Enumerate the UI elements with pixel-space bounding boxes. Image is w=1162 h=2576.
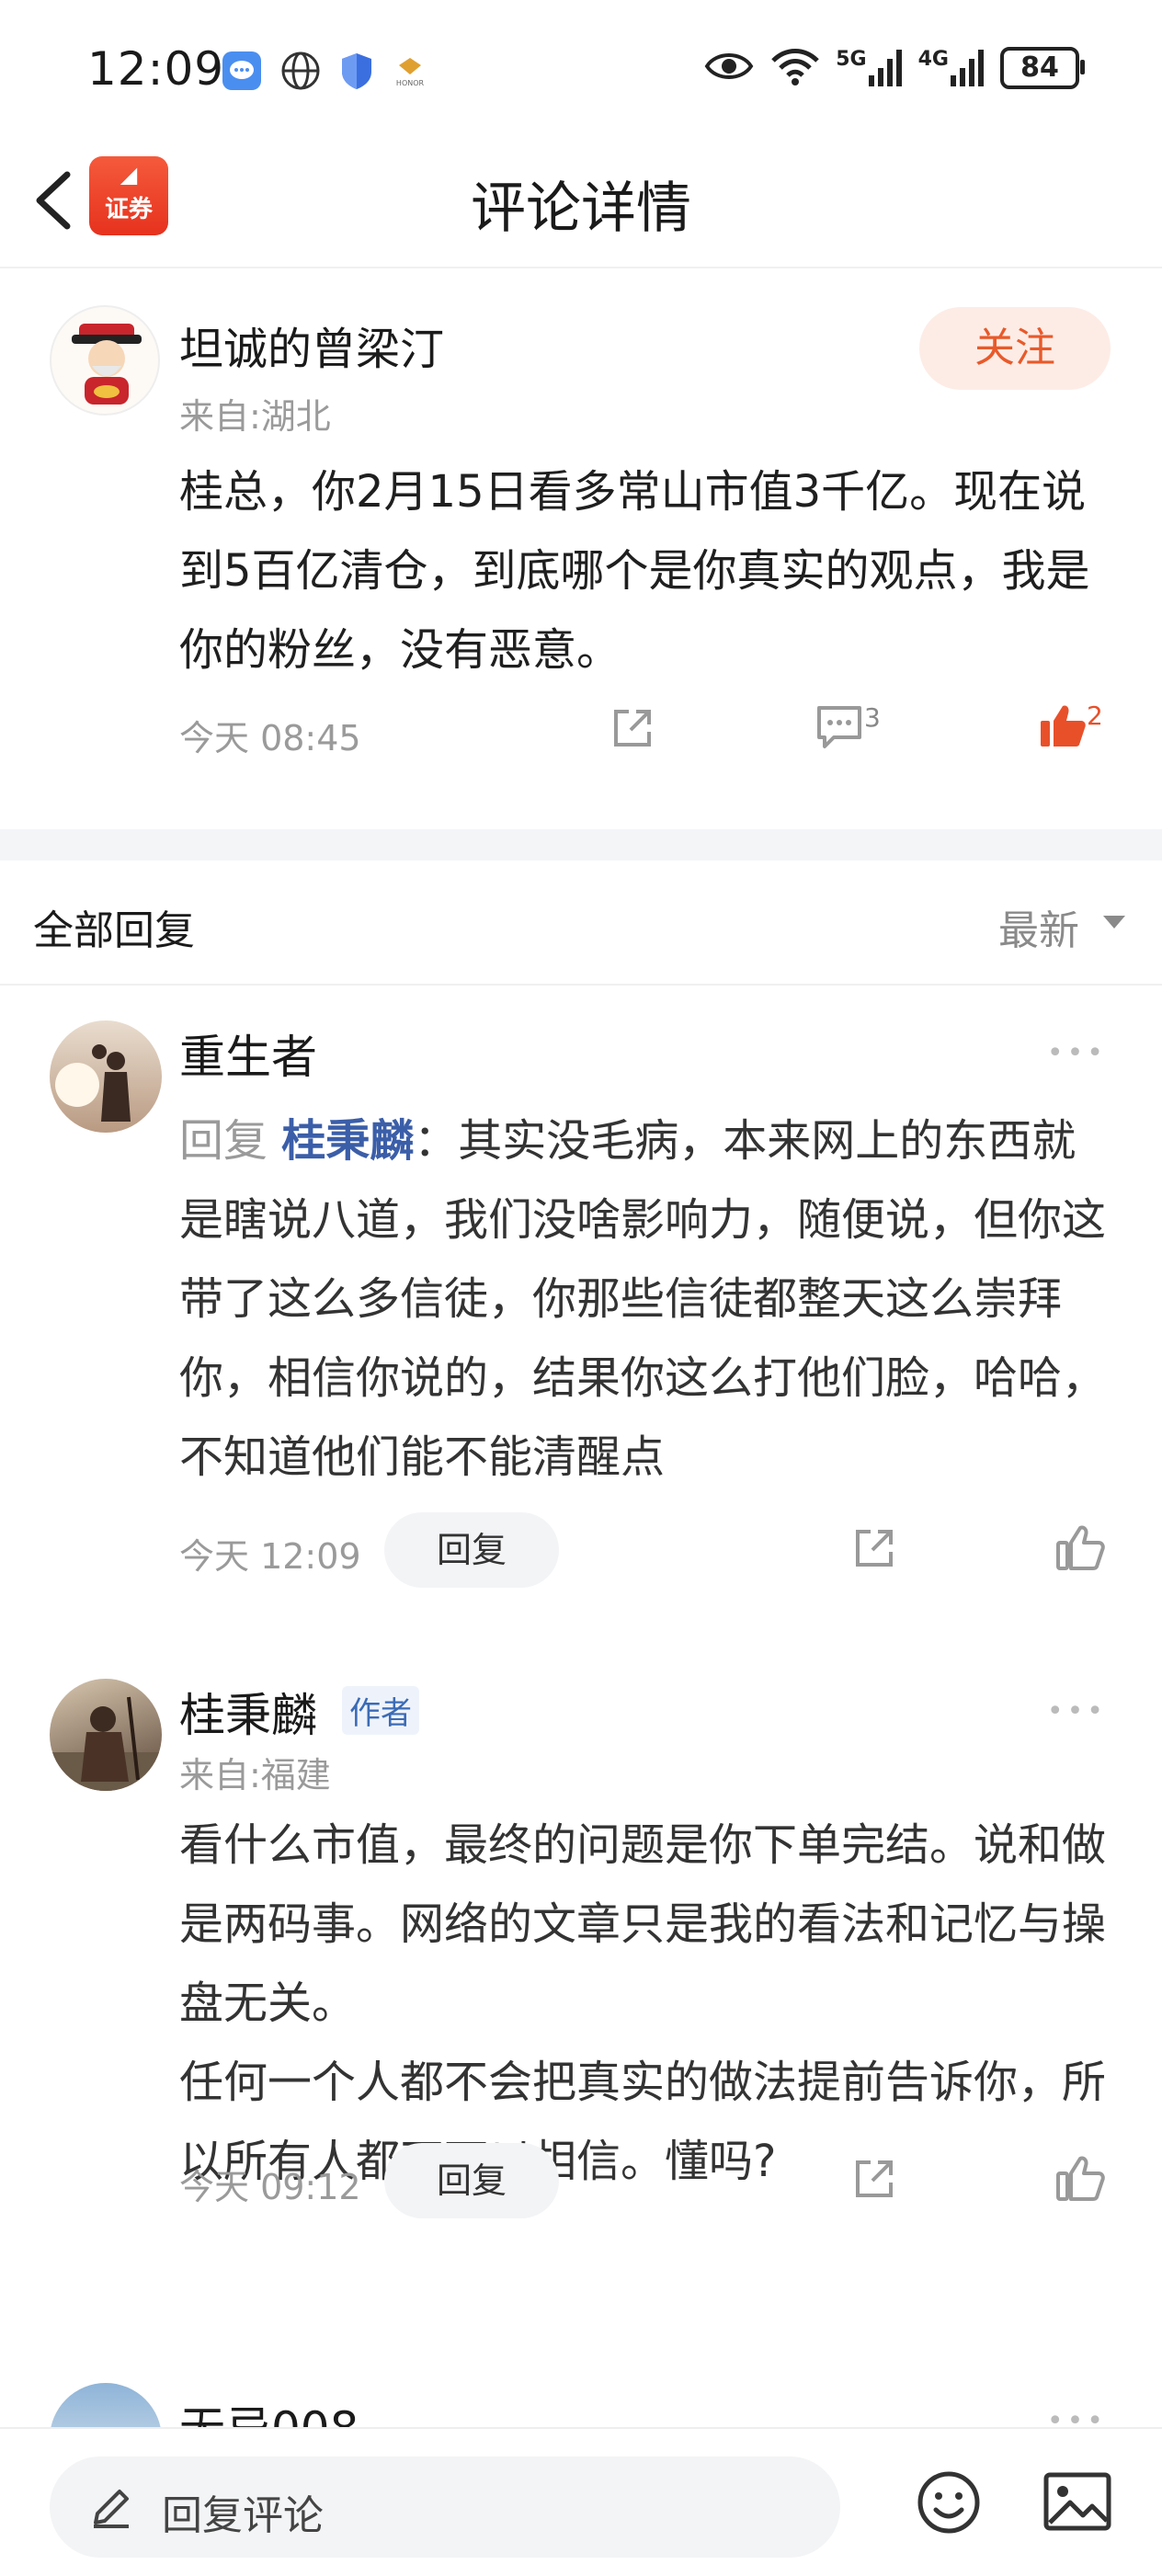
author-name[interactable]: 坦诚的曾梁汀 (179, 313, 444, 377)
reply-content: 回复 桂秉麟：其实没毛病，本来网上的东西就是瞎说八道，我们没啥影响力，随便说，但… (179, 1101, 1117, 1497)
reply-author[interactable]: 重生者 (179, 1020, 317, 1087)
follow-button[interactable]: 关注 (919, 307, 1111, 390)
thumbs-up-filled-icon (1041, 705, 1086, 747)
status-time: 12:09 (87, 42, 225, 96)
replies-header: 全部回复 最新 (0, 861, 1162, 986)
nav-bar: ◢ 证券 评论详情 (0, 138, 1162, 268)
silhouette-avatar-icon (55, 1044, 131, 1122)
reply-time: 今天 09:12 (179, 2167, 361, 2207)
battery-icon: 84 (1000, 47, 1085, 89)
eye-icon (703, 48, 755, 88)
signal-4g-icon: 4G (918, 48, 985, 88)
reply-target-user[interactable]: 桂秉麟 (281, 1115, 414, 1167)
section-divider (0, 829, 1162, 861)
emoji-button[interactable] (916, 2469, 982, 2539)
signal-5g-icon: 5G (836, 48, 903, 88)
reply-prefix: 回复 (179, 1115, 282, 1167)
comment-icon (817, 706, 861, 748)
comment-count: 3 (864, 702, 881, 733)
thumbs-up-icon (1056, 1525, 1105, 1570)
like-button[interactable] (1054, 2153, 1106, 2208)
reply-text: ：其实没毛病，本来网上的东西就是瞎说八道，我们没啥影响力，随便说，但你这带了这么… (179, 1115, 1107, 1483)
avatar[interactable] (50, 1020, 162, 1133)
honor-icon: HONOR (392, 52, 428, 93)
more-icon[interactable]: ••• (1047, 1695, 1107, 1727)
avatar[interactable] (50, 2383, 162, 2427)
share-button[interactable] (850, 2155, 898, 2206)
reply-item: 桂秉麟 作者 ••• 来自:福建 看什么市值，最终的问题是你下单完结。说和做是两… (0, 1679, 1162, 2285)
author-tag: 作者 (342, 1686, 419, 1735)
author-location: 来自:湖北 (179, 396, 331, 437)
avatar[interactable] (50, 1679, 162, 1791)
share-button[interactable] (850, 1524, 898, 1576)
main-comment: 坦诚的曾梁汀 来自:湖北 关注 桂总，你2月15日看多常山市值3千亿。现在说到5… (0, 268, 1162, 820)
emoji-icon (917, 2471, 980, 2534)
replies-title: 全部回复 (33, 907, 195, 954)
more-icon[interactable]: ••• (1047, 1037, 1107, 1069)
page-title: 评论详情 (471, 177, 691, 241)
reply-input-placeholder: 回复评论 (162, 2492, 324, 2539)
reply-location: 来自:福建 (179, 1755, 331, 1795)
messages-icon (221, 50, 263, 96)
share-icon (856, 1530, 893, 1567)
like-count: 2 (1087, 701, 1103, 731)
wifi-icon (769, 46, 821, 90)
avatar[interactable] (50, 305, 160, 416)
bottom-bar: 回复评论 (0, 2427, 1162, 2576)
status-left-icons: HONOR (221, 50, 428, 96)
shield-icon (338, 50, 375, 96)
reply-button[interactable]: 回复 (384, 1512, 559, 1588)
reply-author[interactable]: 桂秉麟 (179, 1679, 317, 1745)
status-bar: 12:09 HONOR 5G 4G 84 (0, 0, 1162, 138)
reply-button[interactable]: 回复 (384, 2143, 559, 2218)
warrior-avatar-icon (50, 1696, 162, 1791)
like-button[interactable] (1054, 1522, 1106, 1578)
reply-time: 今天 12:09 (179, 1536, 361, 1577)
share-icon (856, 2160, 893, 2197)
reply-author[interactable]: 无忌008 (179, 2392, 359, 2427)
comment-content: 桂总，你2月15日看多常山市值3千亿。现在说到5百亿清仓，到底哪个是你真实的观点… (179, 466, 1090, 676)
browser-icon (279, 50, 322, 96)
reply-content: 看什么市值，最终的问题是你下单完结。说和做是两码事。网络的文章只是我的看法和记忆… (179, 1819, 1107, 2187)
image-button[interactable] (1042, 2469, 1112, 2539)
sort-dropdown[interactable]: 最新 (998, 897, 1079, 956)
caishen-avatar-icon (72, 324, 142, 405)
pencil-icon (88, 2484, 134, 2534)
comment-time: 今天 08:45 (179, 718, 361, 758)
reply-input[interactable]: 回复评论 (50, 2456, 840, 2558)
like-button[interactable] (1037, 701, 1088, 756)
share-icon (614, 710, 651, 747)
reply-item: 无忌008 ••• (0, 2383, 1162, 2427)
reply-item: 重生者 ••• 回复 桂秉麟：其实没毛病，本来网上的东西就是瞎说八道，我们没啥影… (0, 1020, 1162, 1627)
comment-button[interactable] (814, 702, 865, 754)
more-icon[interactable]: ••• (1047, 2405, 1107, 2427)
image-icon (1043, 2472, 1111, 2531)
thumbs-up-icon (1056, 2156, 1105, 2201)
share-button[interactable] (609, 704, 656, 756)
status-right-icons: 5G 4G 84 (703, 46, 1085, 90)
svg-text:HONOR: HONOR (396, 79, 425, 87)
caret-down-icon[interactable] (1103, 916, 1125, 929)
